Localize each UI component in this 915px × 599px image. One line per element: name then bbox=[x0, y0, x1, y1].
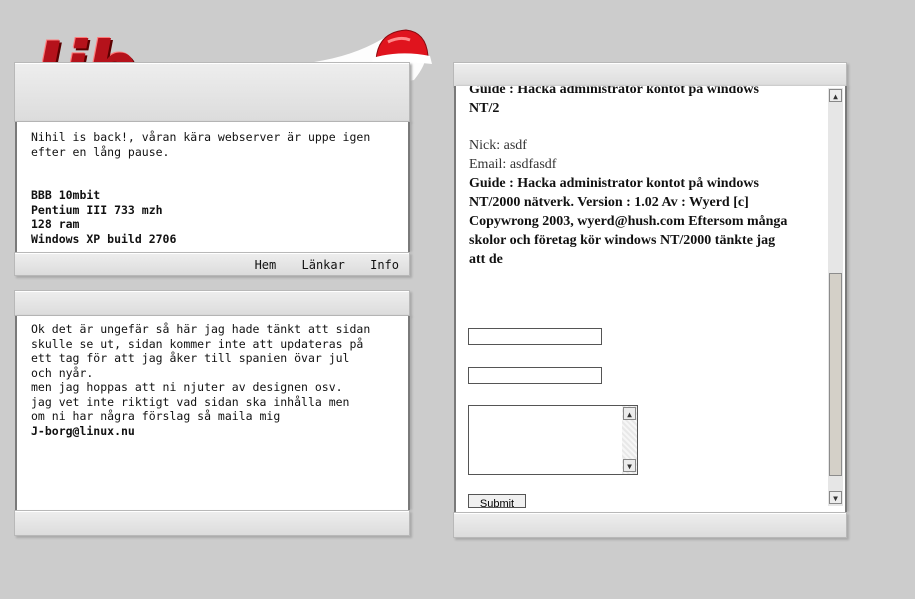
entry-text: NT/2000 nätverk. Version : 1.02 Av : Wye… bbox=[469, 195, 749, 210]
message-line: men jag hoppas att ni njuter av designen… bbox=[31, 380, 343, 394]
guestbook-email-input[interactable] bbox=[468, 367, 602, 384]
submit-button[interactable]: Submit bbox=[468, 494, 526, 508]
scroll-down-icon[interactable]: ▼ bbox=[829, 491, 842, 504]
guestbook-message-textarea[interactable]: ▲ ▼ bbox=[468, 405, 638, 475]
entry-title: Guide : Hacka administrator kontot på wi… bbox=[469, 86, 759, 97]
message-line: och nyår. bbox=[31, 365, 94, 380]
message-line: skulle se ut, sidan kommer inte att upda… bbox=[31, 336, 364, 351]
textarea-scroll-up-icon[interactable]: ▲ bbox=[623, 407, 636, 420]
entry-email: Email: asdfasdf bbox=[469, 157, 557, 172]
entry-nick: Nick: asdf bbox=[469, 138, 527, 153]
entry-text: skolor och företag kör windows NT/2000 t… bbox=[469, 233, 776, 248]
textarea-scrollbar[interactable]: ▲ ▼ bbox=[622, 406, 637, 474]
message-line: jag vet inte riktigt vad sidan ska inhål… bbox=[31, 394, 350, 409]
message-panel-footer bbox=[14, 510, 410, 536]
guestbook-panel-header bbox=[453, 62, 847, 88]
news-intro-line: Nihil is back!, våran kära webserver är … bbox=[31, 130, 371, 144]
entry-title-cont: NT/2 bbox=[469, 101, 500, 116]
nav-bar: Hem Länkar Info bbox=[14, 252, 410, 276]
nav-link-links[interactable]: Länkar bbox=[302, 258, 345, 272]
spec-item: Pentium III 733 mzh bbox=[31, 202, 163, 217]
nav-link-info[interactable]: Info bbox=[370, 258, 399, 272]
message-line: Ok det är ungefär så här jag hade tänkt … bbox=[31, 322, 371, 336]
guestbook-panel-footer bbox=[453, 512, 847, 538]
spec-item: BBB 10mbit bbox=[31, 188, 101, 202]
news-panel-body: Nihil is back!, våran kära webserver är … bbox=[15, 122, 410, 252]
message-panel-header bbox=[14, 290, 410, 316]
entry-text: Guide : Hacka administrator kontot på wi… bbox=[469, 176, 759, 191]
news-panel-header bbox=[14, 62, 410, 122]
nav-link-home[interactable]: Hem bbox=[255, 258, 277, 272]
scroll-thumb[interactable] bbox=[829, 273, 842, 476]
guestbook-scrollbar[interactable]: ▲ ▼ bbox=[828, 88, 843, 506]
spec-item: 128 ram bbox=[31, 217, 80, 231]
message-line: ett tag för att jag åker till spanien öv… bbox=[31, 351, 350, 365]
entry-text: Copywrong 2003, wyerd@hush.com Eftersom … bbox=[469, 214, 788, 229]
spec-item: Windows XP build 2706 bbox=[31, 231, 177, 246]
message-panel-body: Ok det är ungefär så här jag hade tänkt … bbox=[15, 316, 410, 510]
contact-email[interactable]: J-borg@linux.nu bbox=[31, 424, 370, 439]
guestbook-nick-input[interactable] bbox=[468, 328, 602, 345]
scroll-up-icon[interactable]: ▲ bbox=[829, 89, 842, 102]
textarea-scroll-down-icon[interactable]: ▼ bbox=[623, 459, 636, 472]
entry-text: att de bbox=[469, 252, 503, 267]
news-intro-line: efter en lång pause. bbox=[31, 144, 170, 159]
message-line: om ni har några förslag så maila mig bbox=[31, 409, 281, 423]
